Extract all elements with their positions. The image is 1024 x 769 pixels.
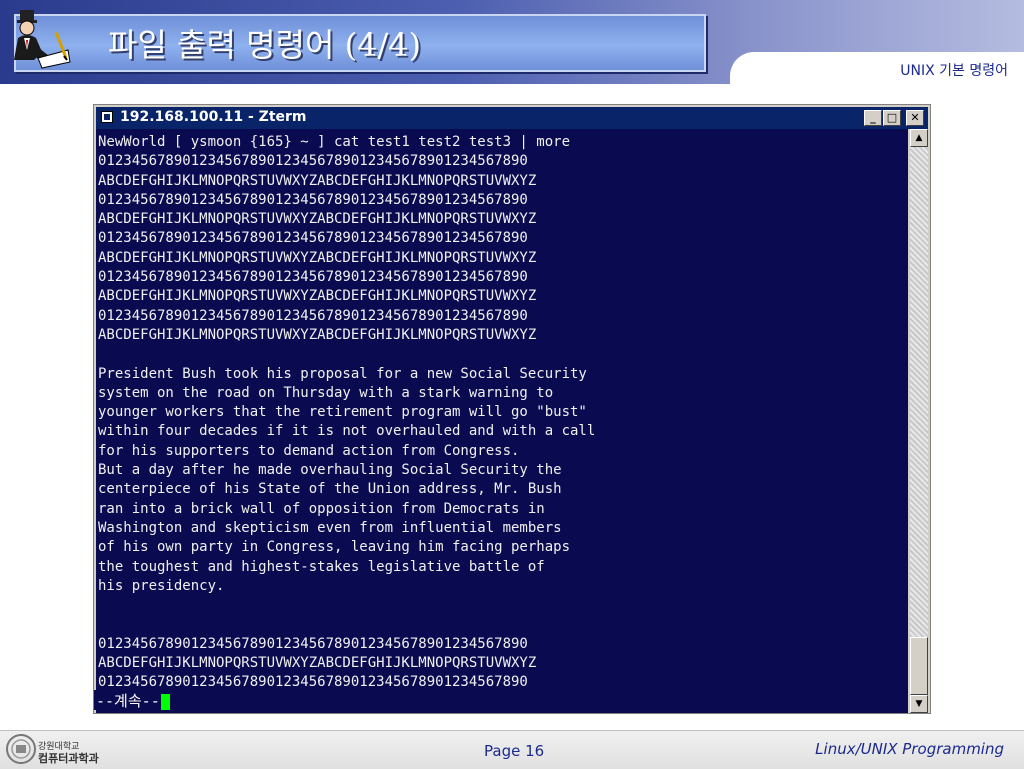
terminal-line: within four decades if it is not overhau… — [98, 423, 596, 440]
terminal-line: 0123456789012345678901234567890123456789… — [98, 191, 528, 208]
terminal-line: centerpiece of his State of the Union ad… — [98, 481, 562, 498]
terminal-line: his presidency. — [98, 577, 225, 594]
terminal-lines: NewWorld [ ysmoon {165} ~ ] cat test1 te… — [96, 129, 908, 693]
scrollbar-thumb[interactable] — [910, 637, 928, 695]
terminal-line: Washington and skepticism even from infl… — [98, 519, 562, 536]
course-name: Linux/UNIX Programming — [815, 740, 1004, 758]
terminal-line: ABCDEFGHIJKLMNOPQRSTUVWXYZABCDEFGHIJKLMN… — [98, 326, 537, 343]
slide-title: 파일 출력 명령어 (4/4) — [108, 26, 422, 64]
terminal-line: 0123456789012345678901234567890123456789… — [98, 269, 528, 286]
window-titlebar[interactable]: 192.168.100.11 - Zterm _ □ ✕ — [96, 107, 928, 129]
maximize-button[interactable]: □ — [883, 110, 901, 126]
window-title: 192.168.100.11 - Zterm — [120, 109, 307, 125]
terminal-line: ran into a brick wall of opposition from… — [98, 500, 545, 517]
scroll-down-icon[interactable]: ▼ — [910, 695, 928, 713]
university-name: 강원대학교 컴퓨터과학과 — [38, 742, 99, 766]
terminal-line: NewWorld [ ysmoon {165} ~ ] cat test1 te… — [98, 134, 571, 150]
more-prompt: --계속-- — [96, 692, 160, 710]
terminal-line: ABCDEFGHIJKLMNOPQRSTUVWXYZABCDEFGHIJKLMN… — [98, 172, 537, 189]
slide-subtitle: UNIX 기본 명령어 — [900, 63, 1008, 79]
terminal-line: ABCDEFGHIJKLMNOPQRSTUVWXYZABCDEFGHIJKLMN… — [98, 249, 537, 266]
person-writing-icon — [14, 10, 71, 69]
more-prompt-row[interactable]: --계속-- — [94, 690, 908, 710]
window-icon[interactable] — [101, 111, 113, 123]
terminal-line: ABCDEFGHIJKLMNOPQRSTUVWXYZABCDEFGHIJKLMN… — [98, 655, 537, 672]
terminal-line: for his supporters to demand action from… — [98, 442, 520, 459]
terminal-cursor — [160, 693, 170, 710]
terminal-line: 0123456789012345678901234567890123456789… — [98, 153, 528, 170]
terminal-line: system on the road on Thursday with a st… — [98, 384, 554, 401]
minimize-button[interactable]: _ — [864, 110, 882, 126]
vertical-scrollbar[interactable]: ▲ ▼ — [910, 129, 928, 713]
department-label: 컴퓨터과학과 — [38, 752, 99, 765]
close-button[interactable]: ✕ — [906, 110, 924, 126]
page-number: Page 16 — [484, 742, 545, 760]
zterm-window: 192.168.100.11 - Zterm _ □ ✕ NewWorld [ … — [93, 104, 931, 714]
terminal-line: ABCDEFGHIJKLMNOPQRSTUVWXYZABCDEFGHIJKLMN… — [98, 211, 537, 228]
terminal-line: 0123456789012345678901234567890123456789… — [98, 307, 528, 324]
title-bar: 파일 출력 명령어 (4/4) — [14, 14, 706, 72]
terminal-output[interactable]: NewWorld [ ysmoon {165} ~ ] cat test1 te… — [96, 129, 908, 713]
terminal-line: 0123456789012345678901234567890123456789… — [98, 230, 528, 247]
university-label: 강원대학교 — [38, 742, 80, 752]
slide-header: 파일 출력 명령어 (4/4) UNIX 기본 명령어 — [0, 0, 1024, 86]
terminal-line: 0123456789012345678901234567890123456789… — [98, 635, 528, 652]
scroll-up-icon[interactable]: ▲ — [910, 129, 928, 147]
terminal-line: ABCDEFGHIJKLMNOPQRSTUVWXYZABCDEFGHIJKLMN… — [98, 288, 537, 305]
terminal-line: But a day after he made overhauling Soci… — [98, 462, 562, 479]
terminal-line: President Bush took his proposal for a n… — [98, 365, 587, 382]
terminal-line: of his own party in Congress, leaving hi… — [98, 539, 571, 556]
terminal-line: the toughest and highest-stakes legislat… — [98, 558, 545, 575]
terminal-line: younger workers that the retirement prog… — [98, 404, 587, 421]
